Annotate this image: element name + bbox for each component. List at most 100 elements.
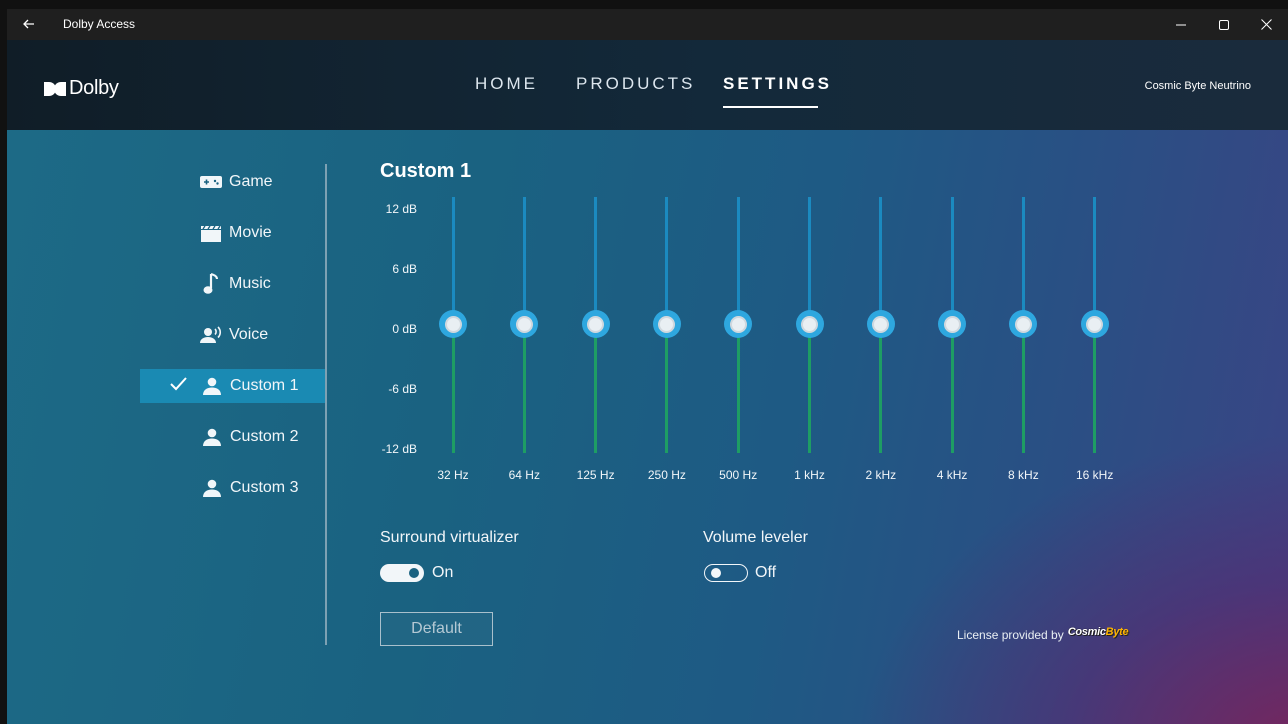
eq-track-upper[interactable]: [950, 197, 954, 324]
sidebar-item-custom-3[interactable]: Custom 3: [140, 471, 325, 505]
eq-slider-knob[interactable]: [439, 310, 467, 338]
preset-title: Custom 1: [380, 160, 472, 182]
eq-track-upper[interactable]: [594, 197, 598, 324]
person-icon: [200, 478, 224, 498]
toggle-knob: [711, 568, 721, 578]
db-scale-label: -12 dB: [381, 442, 417, 456]
nav-products[interactable]: PRODUCTS: [576, 74, 695, 94]
title-bar: Dolby Access: [7, 9, 1288, 40]
eq-track-lower[interactable]: [808, 324, 811, 453]
dolby-logo: Dolby: [44, 77, 119, 100]
eq-slider-knob[interactable]: [510, 310, 539, 338]
eq-track-upper[interactable]: [522, 197, 526, 324]
logo-text: Dolby: [69, 77, 119, 99]
volume-leveler-label: Volume leveler: [703, 529, 808, 546]
eq-band-label: 16 kHz: [1076, 468, 1114, 482]
db-scale-label: 12 dB: [385, 202, 417, 216]
close-icon: [1260, 19, 1272, 30]
eq-track-lower[interactable]: [950, 324, 954, 453]
eq-track-lower[interactable]: [1093, 324, 1097, 453]
eq-track-upper[interactable]: [736, 197, 740, 324]
sidebar-item-game[interactable]: Game: [140, 165, 325, 199]
minimize-button[interactable]: [1159, 9, 1203, 40]
sidebar-item-label: Movie: [229, 224, 272, 241]
clapperboard-icon: [199, 223, 223, 243]
maximize-button[interactable]: [1202, 9, 1246, 40]
eq-slider-knob[interactable]: [938, 310, 967, 338]
app-header: Dolby HOME PRODUCTS SETTINGS Cosmic Byte…: [7, 40, 1288, 130]
eq-band-label: 250 Hz: [647, 468, 686, 482]
eq-band-label: 32 Hz: [437, 468, 469, 482]
db-scale-label: 0 dB: [392, 322, 417, 336]
checkmark-icon: [170, 377, 187, 391]
default-button[interactable]: Default: [380, 612, 493, 646]
license-notice: License provided by CosmicByte: [957, 626, 1129, 642]
music-note-icon: [199, 273, 223, 294]
eq-band-label: 8 kHz: [1008, 468, 1039, 482]
nav-settings[interactable]: SETTINGS: [723, 74, 832, 94]
eq-slider-knob[interactable]: [724, 310, 753, 338]
window-title: Dolby Access: [63, 17, 136, 31]
sidebar-item-label: Music: [229, 275, 271, 292]
eq-track-lower[interactable]: [879, 324, 883, 453]
sidebar-item-voice[interactable]: Voice: [140, 318, 325, 352]
eq-slider-knob[interactable]: [795, 310, 824, 338]
eq-track-lower[interactable]: [736, 324, 740, 453]
toggle-knob: [409, 568, 419, 578]
sidebar-item-movie[interactable]: Movie: [140, 216, 325, 250]
person-icon: [200, 376, 224, 396]
back-arrow-icon[interactable]: [21, 16, 37, 32]
sidebar-item-music[interactable]: Music: [140, 267, 325, 301]
settings-content: Game Movie Music Voice Custom 1 Custom 2…: [7, 130, 1288, 724]
eq-track-lower[interactable]: [594, 324, 598, 453]
eq-slider-knob[interactable]: [1009, 310, 1038, 338]
dolby-double-d-icon: [44, 81, 66, 96]
eq-track-upper[interactable]: [665, 197, 669, 324]
db-scale-label: 6 dB: [392, 262, 417, 276]
eq-band-label: 1 kHz: [794, 468, 825, 482]
eq-slider-knob[interactable]: [866, 310, 895, 338]
eq-track-upper[interactable]: [1093, 197, 1097, 324]
cosmic-byte-logo: CosmicByte: [1067, 626, 1129, 638]
eq-slider-knob[interactable]: [1080, 310, 1109, 338]
close-button[interactable]: [1244, 9, 1288, 40]
sidebar-item-label: Custom 3: [230, 479, 299, 496]
eq-track-lower[interactable]: [522, 324, 526, 453]
sidebar-item-custom-1[interactable]: Custom 1: [140, 369, 325, 403]
eq-slider-knob[interactable]: [652, 310, 681, 338]
surround-virtualizer-state: On: [432, 564, 454, 581]
eq-band-label: 4 kHz: [936, 468, 968, 482]
nav-active-underline: [723, 106, 818, 108]
volume-leveler-toggle[interactable]: [704, 564, 748, 582]
eq-track-lower[interactable]: [665, 324, 669, 453]
person-icon: [200, 427, 224, 447]
surround-virtualizer-toggle[interactable]: [380, 564, 424, 582]
minimize-icon: [1176, 24, 1186, 25]
volume-leveler-state: Off: [755, 564, 777, 581]
sidebar-divider: [325, 164, 327, 645]
nav-home[interactable]: HOME: [475, 74, 538, 94]
eq-band-label: 64 Hz: [508, 468, 540, 482]
eq-band-label: 125 Hz: [576, 468, 615, 482]
license-text: License provided by: [957, 628, 1064, 642]
eq-track-upper[interactable]: [808, 197, 811, 324]
eq-slider-knob[interactable]: [581, 310, 610, 338]
sidebar-item-label: Game: [229, 173, 273, 190]
sidebar-item-label: Custom 1: [230, 377, 299, 394]
sidebar-item-label: Voice: [229, 326, 269, 343]
app-window: Dolby Access Dolby HOME PRODUCTS SETTING…: [7, 9, 1288, 724]
maximize-icon: [1219, 19, 1229, 30]
device-name[interactable]: Cosmic Byte Neutrino: [1145, 80, 1251, 92]
gamepad-icon: [199, 172, 223, 192]
eq-track-lower[interactable]: [451, 324, 455, 453]
eq-track-lower[interactable]: [1021, 324, 1025, 453]
eq-track-upper[interactable]: [451, 197, 455, 324]
sidebar-item-custom-2[interactable]: Custom 2: [140, 420, 325, 454]
eq-track-upper[interactable]: [1021, 197, 1025, 324]
eq-band-label: 2 kHz: [865, 468, 897, 482]
eq-track-upper[interactable]: [879, 197, 883, 324]
eq-band-label: 500 Hz: [719, 468, 758, 482]
sidebar-item-label: Custom 2: [230, 428, 299, 445]
voice-icon: [199, 325, 223, 345]
db-scale-label: -6 dB: [388, 382, 417, 396]
